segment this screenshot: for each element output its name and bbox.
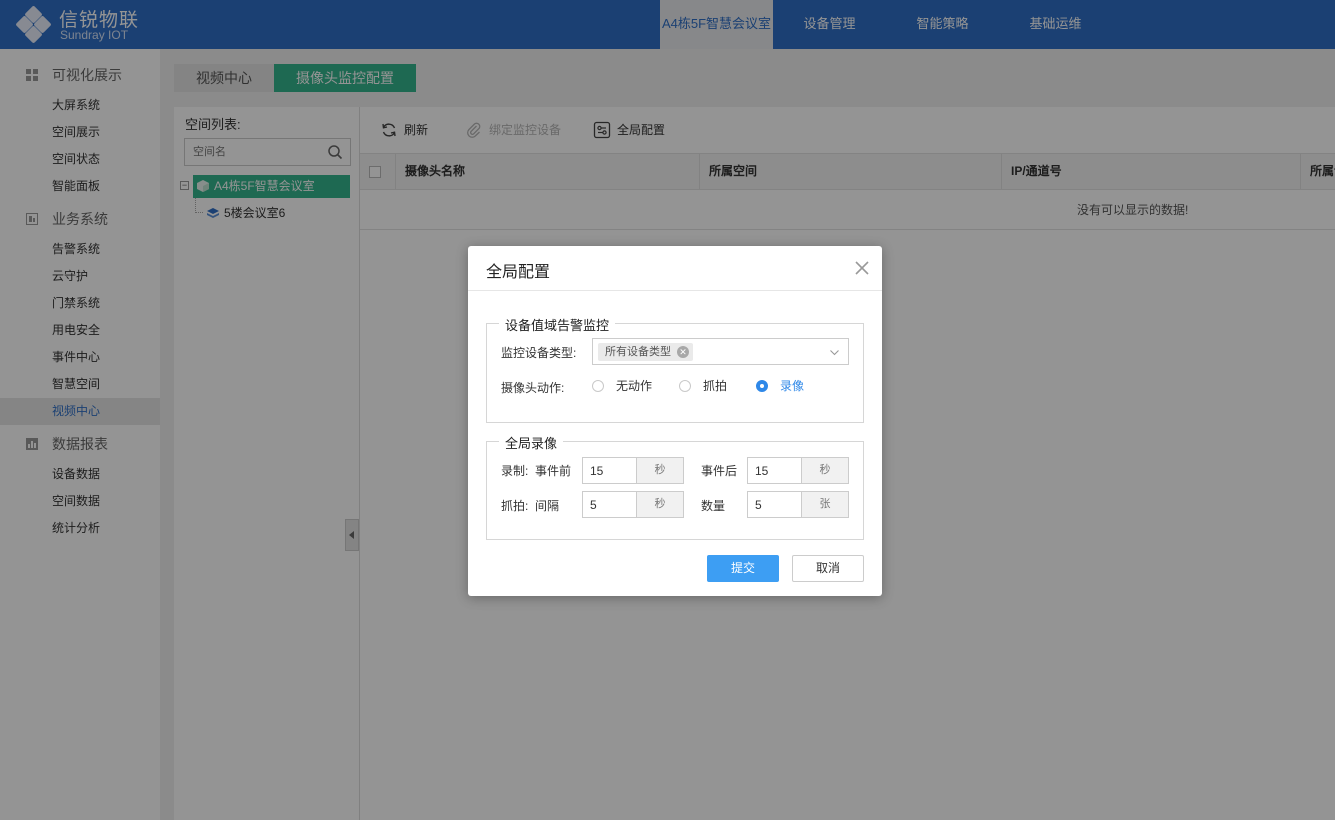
radio-snapshot[interactable]: 抓拍 [679, 379, 727, 393]
before-event-field: 秒 [582, 457, 684, 484]
radio-no-action[interactable]: 无动作 [592, 379, 652, 393]
dialog-header: 全局配置 [468, 246, 882, 291]
interval-input[interactable] [583, 492, 636, 517]
section-legend: 全局录像 [499, 433, 564, 452]
alarm-monitor-section: 设备值域告警监控 监控设备类型: 所有设备类型 ✕ 摄像头动作: 无动作 抓拍 … [486, 315, 864, 423]
radio-record[interactable]: 录像 [756, 379, 804, 393]
after-event-label: 事件后 [701, 464, 738, 478]
radio-circle [679, 380, 691, 392]
after-event-input[interactable] [748, 458, 801, 483]
dialog-title: 全局配置 [486, 264, 551, 281]
camera-action-label: 摄像头动作: [501, 381, 565, 395]
cancel-button[interactable]: 取消 [792, 555, 864, 582]
radio-label: 无动作 [616, 379, 653, 393]
before-event-label: 事件前 [535, 464, 572, 478]
global-config-dialog: 全局配置 设备值域告警监控 监控设备类型: 所有设备类型 ✕ 摄像头动作: 无动… [468, 246, 882, 596]
before-event-input[interactable] [583, 458, 636, 483]
after-event-field: 秒 [747, 457, 849, 484]
record-label: 录制: [501, 464, 529, 478]
unit-sheets: 张 [801, 492, 848, 517]
close-icon[interactable] [852, 258, 872, 278]
interval-field: 秒 [582, 491, 684, 518]
interval-label: 间隔 [535, 499, 560, 513]
unit-seconds: 秒 [801, 458, 848, 483]
radio-circle [592, 380, 604, 392]
count-input[interactable] [748, 492, 801, 517]
tag-remove-icon[interactable]: ✕ [677, 346, 689, 358]
global-recording-section: 全局录像 录制: 事件前 秒 事件后 秒 抓拍: 间隔 秒 数量 张 [486, 433, 864, 540]
radio-label: 抓拍 [703, 379, 728, 393]
radio-circle [756, 380, 768, 392]
snapshot-label: 抓拍: [501, 499, 529, 513]
radio-label: 录像 [780, 379, 805, 393]
unit-seconds: 秒 [636, 492, 683, 517]
section-legend: 设备值域告警监控 [499, 315, 616, 334]
device-type-tag-label: 所有设备类型 [605, 346, 671, 358]
count-field: 张 [747, 491, 849, 518]
unit-seconds: 秒 [636, 458, 683, 483]
submit-button[interactable]: 提交 [707, 555, 779, 582]
device-type-tag: 所有设备类型 ✕ [598, 343, 693, 361]
device-type-select[interactable]: 所有设备类型 ✕ [592, 338, 849, 365]
count-label: 数量 [701, 499, 726, 513]
chevron-down-icon [830, 350, 839, 356]
device-type-label: 监控设备类型: [501, 346, 577, 360]
